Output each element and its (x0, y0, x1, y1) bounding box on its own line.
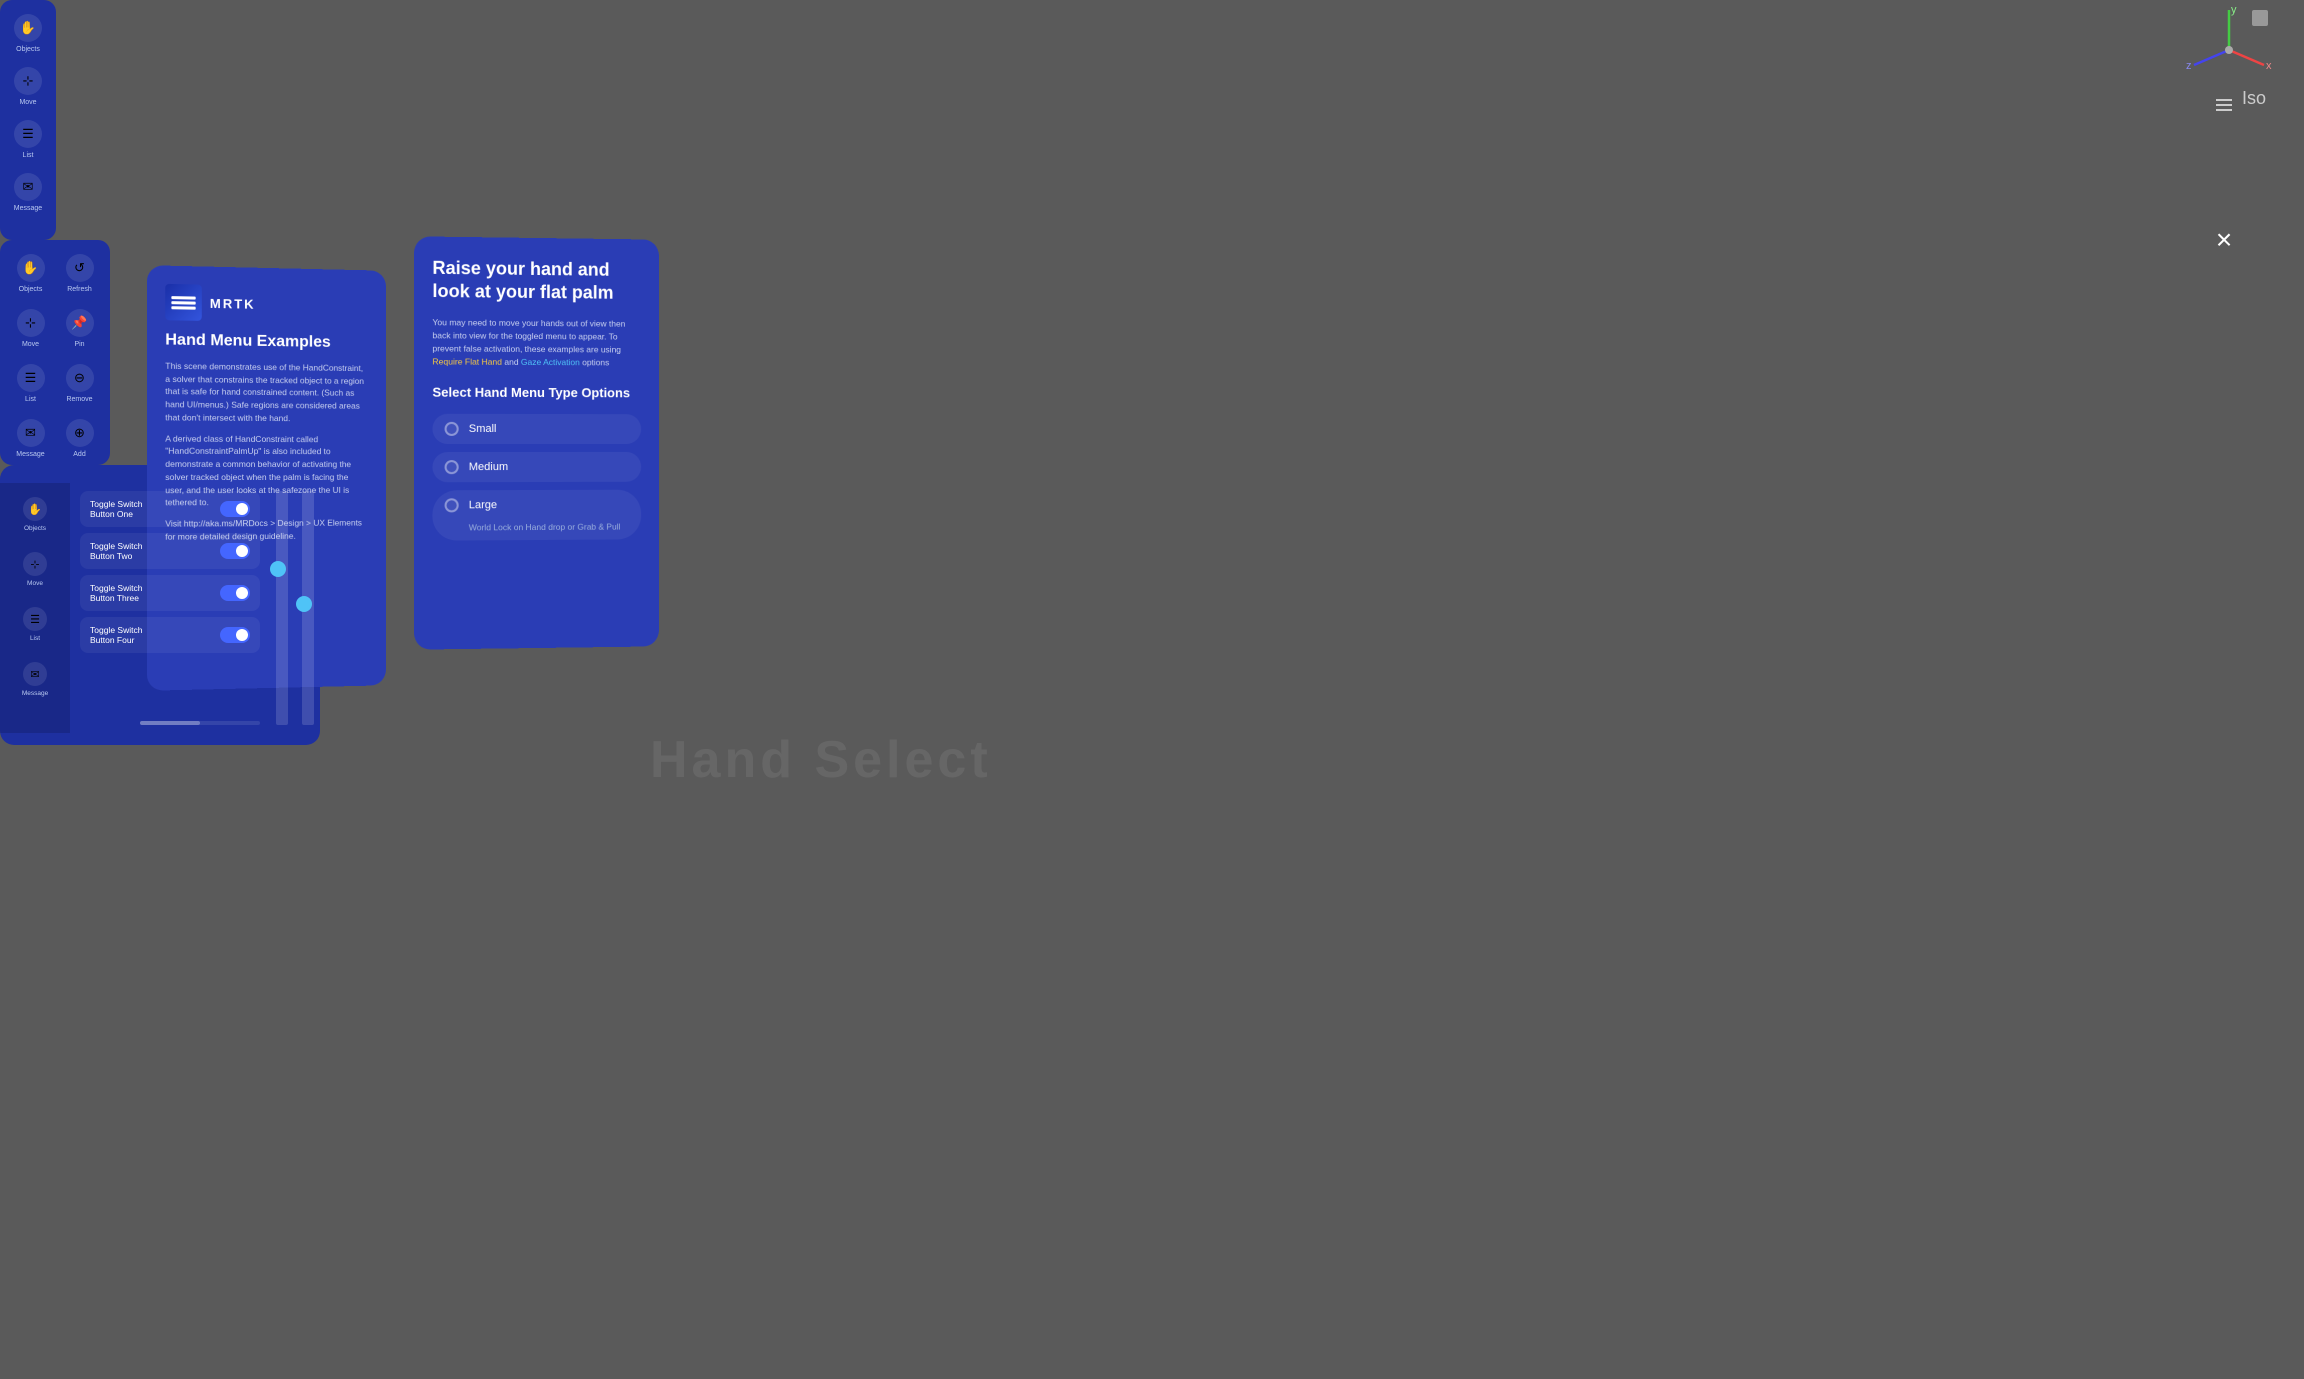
large-menu-item-move[interactable]: ⊹ Move (0, 542, 70, 597)
refresh-icon: ↺ (66, 254, 94, 282)
scene: y x z Iso × Hand Select MRTK (0, 0, 2304, 1379)
close-button[interactable]: × (2204, 220, 2244, 260)
x-axis-label: x (2266, 60, 2272, 72)
panel-info-desc1: This scene demonstrates use of the HandC… (165, 359, 368, 425)
move-icon: ⊹ (23, 552, 47, 576)
large-menu-sidebar: ✋ Objects ⊹ Move ☰ List ✉ Message (0, 483, 70, 733)
y-axis-label: y (2231, 5, 2237, 16)
large-menu-item-objects[interactable]: ✋ Objects (0, 487, 70, 542)
message-icon: ✉ (14, 173, 42, 201)
list-icon: ☰ (23, 607, 47, 631)
small-menu-item-message[interactable]: ✉ Message (10, 167, 46, 218)
add-icon: ⊕ (66, 419, 94, 447)
radio-medium[interactable] (445, 461, 459, 475)
list-icon: ☰ (17, 364, 45, 392)
move-icon: ⊹ (17, 309, 45, 337)
scrollbar[interactable] (140, 721, 260, 725)
radio-small[interactable] (445, 422, 459, 436)
sliders-area (270, 483, 320, 733)
panel-raise: Raise your hand and look at your flat pa… (414, 236, 659, 649)
small-menu-item-objects[interactable]: ✋ Objects (10, 8, 46, 59)
axes-widget: y x z (2184, 5, 2274, 95)
toggle-row-3: Toggle Switch Button Three (80, 575, 260, 611)
pin-icon: 📌 (66, 309, 94, 337)
toggle-switch-4[interactable] (220, 627, 250, 643)
medium-menu-item-objects[interactable]: ✋ Objects (8, 248, 53, 299)
option-medium[interactable]: Medium (432, 452, 641, 482)
option-small[interactable]: Small (432, 414, 641, 444)
hand-select-label: Hand Select (650, 730, 992, 790)
objects-icon: ✋ (17, 254, 45, 282)
toggle-switch-1[interactable] (220, 501, 250, 517)
iso-label: Iso (2216, 85, 2266, 111)
pitch-slider-handle[interactable] (270, 561, 286, 577)
logo-area: MRTK (165, 284, 368, 324)
message-icon: ✉ (23, 662, 47, 686)
large-menu-item-message[interactable]: ✉ Message (0, 652, 70, 707)
list-icon: ☰ (14, 120, 42, 148)
panel-medium-menu: ✋ Objects ↺ Refresh ⊹ Move 📌 Pin ☰ List … (0, 240, 110, 465)
medium-menu-item-pin[interactable]: 📌 Pin (57, 303, 102, 354)
panel-raise-section-title: Select Hand Menu Type Options (432, 385, 641, 401)
large-menu-item-list[interactable]: ☰ List (0, 597, 70, 652)
move-icon: ⊹ (14, 67, 42, 95)
remove-icon: ⊖ (66, 364, 94, 392)
medium-menu-item-remove[interactable]: ⊖ Remove (57, 358, 102, 409)
small-menu-item-move[interactable]: ⊹ Move (10, 61, 46, 112)
large-menu-body: ✋ Objects ⊹ Move ☰ List ✉ Message (0, 483, 320, 733)
hamburger-icon (2216, 85, 2236, 111)
panel-small-menu: ✋ Objects ⊹ Move ☰ List ✉ Message (0, 0, 56, 240)
logo-text: MRTK (210, 295, 256, 311)
panel-raise-desc: You may need to move your hands out of v… (432, 316, 641, 370)
medium-menu-item-refresh[interactable]: ↺ Refresh (57, 248, 102, 299)
small-menu-item-list[interactable]: ☰ List (10, 114, 46, 165)
toggle-row-1: Toggle Switch Button One (80, 491, 260, 527)
radio-large[interactable] (445, 499, 459, 513)
roll-slider-handle[interactable] (296, 596, 312, 612)
logo-box (165, 284, 202, 321)
message-icon: ✉ (17, 419, 45, 447)
toggle-row-2: Toggle Switch Button Two (80, 533, 260, 569)
medium-menu-item-list[interactable]: ☰ List (8, 358, 53, 409)
large-menu-content: Toggle Switch Button One Toggle Switch B… (70, 483, 270, 733)
medium-menu-item-move[interactable]: ⊹ Move (8, 303, 53, 354)
toggle-row-4: Toggle Switch Button Four (80, 617, 260, 653)
panel-large-menu: Pitch Roll ✋ Objects ⊹ Move ☰ List ✉ (0, 465, 320, 745)
panel-info-title: Hand Menu Examples (165, 330, 368, 354)
medium-menu-item-add[interactable]: ⊕ Add (57, 413, 102, 464)
objects-icon: ✋ (23, 497, 47, 521)
objects-icon: ✋ (14, 14, 42, 42)
toggle-switch-2[interactable] (220, 543, 250, 559)
medium-menu-item-message[interactable]: ✉ Message (8, 413, 53, 464)
toggle-switch-3[interactable] (220, 585, 250, 601)
z-axis-label: z (2186, 60, 2192, 72)
panel-raise-title: Raise your hand and look at your flat pa… (432, 257, 641, 306)
option-large[interactable]: Large World Lock on Hand drop or Grab & … (432, 490, 641, 541)
